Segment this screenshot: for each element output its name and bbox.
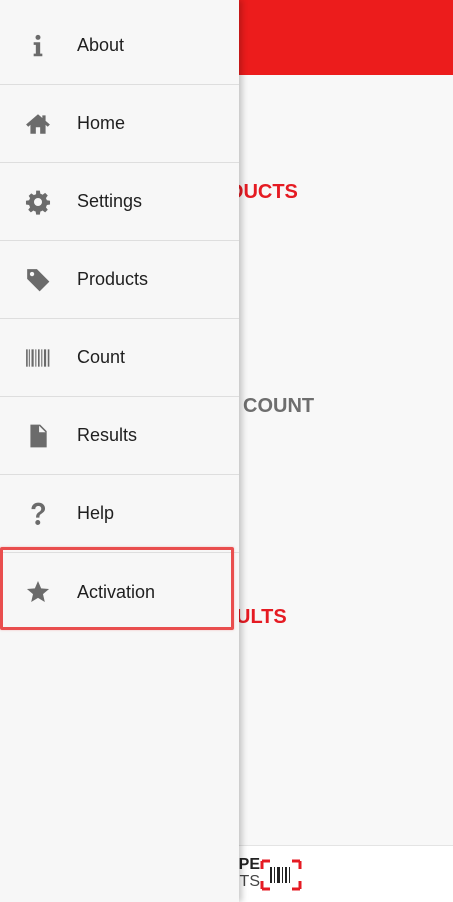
document-icon <box>24 422 52 450</box>
drawer-item-products[interactable]: Products <box>0 241 239 319</box>
drawer-item-help[interactable]: Help <box>0 475 239 553</box>
drawer-item-count[interactable]: Count <box>0 319 239 397</box>
drawer-item-label: Results <box>77 425 138 445</box>
gear-icon <box>24 188 52 216</box>
drawer-item-label: Help <box>77 503 115 523</box>
home-icon <box>24 110 52 138</box>
drawer-menu: About Home Settings Products Count Resul… <box>0 0 239 631</box>
drawer-item-label: Settings <box>77 191 143 211</box>
drawer-item-results[interactable]: Results <box>0 397 239 475</box>
barcode-icon <box>24 344 52 372</box>
drawer-item-label: Products <box>77 269 149 289</box>
navigation-drawer: About Home Settings Products Count Resul… <box>0 0 239 902</box>
products-section-label: DUCTS <box>229 181 298 203</box>
drawer-item-settings[interactable]: Settings <box>0 163 239 241</box>
info-icon <box>24 32 52 60</box>
count-section-label: COUNT <box>243 395 315 417</box>
drawer-item-home[interactable]: Home <box>0 85 239 163</box>
drawer-item-label: Home <box>77 113 126 133</box>
drawer-item-label: About <box>77 35 125 55</box>
drawer-item-label: Activation <box>77 581 156 602</box>
results-section-label: ULTS <box>236 606 287 628</box>
question-icon <box>24 500 52 528</box>
drawer-item-about[interactable]: About <box>0 0 239 85</box>
drawer-item-activation[interactable]: Activation <box>0 553 239 631</box>
star-icon <box>24 578 52 606</box>
tag-icon <box>24 266 52 294</box>
drawer-item-label: Count <box>77 347 126 367</box>
barcode-logo-icon <box>260 859 302 891</box>
